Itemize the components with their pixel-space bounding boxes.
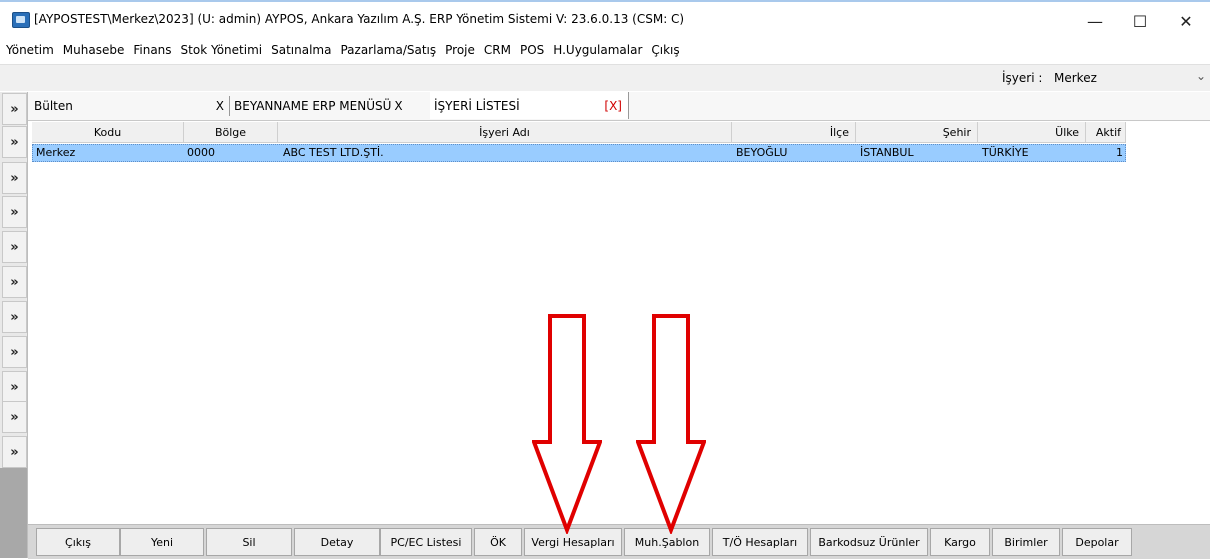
- chevron-down-icon: ⌄: [1195, 69, 1206, 83]
- column-header[interactable]: İşyeri Adı: [278, 122, 732, 142]
- toolbar: İşyeri : Merkez ⌄: [0, 64, 1210, 91]
- tab-label: İŞYERİ LİSTESİ: [434, 98, 520, 113]
- red-arrow-down-icon: [636, 314, 706, 534]
- tab-label: Bülten: [34, 98, 73, 113]
- column-header[interactable]: Aktif: [1086, 122, 1126, 142]
- depolar-button[interactable]: Depolar: [1062, 528, 1132, 556]
- expand-panel-button[interactable]: »: [2, 231, 27, 263]
- menu-finans[interactable]: Finans: [133, 43, 171, 57]
- menu-yonetim[interactable]: Yönetim: [6, 43, 54, 57]
- tab-label: BEYANNAME ERP MENÜSÜ: [234, 98, 392, 113]
- menu-bar: Yönetim Muhasebe Finans Stok Yönetimi Sa…: [0, 38, 1210, 62]
- window-title: [AYPOSTEST\Merkez\2023] (U: admin) AYPOS…: [34, 12, 685, 26]
- expand-panel-button[interactable]: »: [2, 301, 27, 333]
- expand-panel-button[interactable]: »: [2, 196, 27, 228]
- cell-bolge: 0000: [187, 146, 215, 159]
- menu-pos[interactable]: POS: [520, 43, 544, 57]
- menu-h-uygulamalar[interactable]: H.Uygulamalar: [553, 43, 642, 57]
- menu-cikis[interactable]: Çıkış: [651, 43, 679, 57]
- sidebar-empty-area: [0, 468, 27, 558]
- menu-pazarlama-satis[interactable]: Pazarlama/Satış: [340, 43, 436, 57]
- tab-beyanname-erp-menusu[interactable]: BEYANNAME ERP MENÜSÜ X: [234, 92, 430, 119]
- column-header[interactable]: Ülke: [978, 122, 1086, 142]
- tab-close-button[interactable]: X: [394, 99, 402, 113]
- expand-panel-button[interactable]: »: [2, 162, 27, 194]
- tab-bulten[interactable]: Bülten X: [34, 92, 230, 119]
- to-hesaplari-button[interactable]: T/Ö Hesapları: [712, 528, 808, 556]
- app-icon: [12, 12, 30, 28]
- cikis-button[interactable]: Çıkış: [36, 528, 120, 556]
- expand-panel-button[interactable]: »: [2, 401, 27, 433]
- table-row[interactable]: Merkez 0000 ABC TEST LTD.ŞTİ. BEYOĞLU İS…: [32, 144, 1126, 162]
- tab-isyeri-listesi[interactable]: İŞYERİ LİSTESİ [X]: [430, 92, 629, 119]
- tab-close-button[interactable]: X: [216, 99, 224, 113]
- cell-aktif: 1: [1116, 146, 1123, 159]
- column-header[interactable]: Bölge: [184, 122, 278, 142]
- expand-panel-button[interactable]: »: [2, 126, 27, 158]
- expand-panel-button[interactable]: »: [2, 93, 27, 125]
- detay-button[interactable]: Detay: [294, 528, 380, 556]
- birimler-button[interactable]: Birimler: [992, 528, 1060, 556]
- cell-ilce: BEYOĞLU: [736, 146, 788, 159]
- sil-button[interactable]: Sil: [206, 528, 292, 556]
- bottom-button-bar: Çıkış Yeni Sil Detay PC/EC Listesi ÖK Ve…: [28, 524, 1210, 559]
- menu-muhasebe[interactable]: Muhasebe: [63, 43, 125, 57]
- isyeri-select[interactable]: Merkez ⌄: [1050, 67, 1210, 87]
- kargo-button[interactable]: Kargo: [930, 528, 990, 556]
- left-sidebar: » » » » » » » » » » »: [0, 92, 28, 558]
- cell-isyeri-adi: ABC TEST LTD.ŞTİ.: [283, 146, 384, 159]
- tab-separator: [229, 96, 230, 116]
- menu-crm[interactable]: CRM: [484, 43, 511, 57]
- tab-close-button[interactable]: [X]: [604, 99, 622, 113]
- cell-kodu: Merkez: [36, 146, 76, 159]
- table-header: Kodu Bölge İşyeri Adı İlçe Şehir Ülke Ak…: [32, 122, 1126, 143]
- minimize-button[interactable]: —: [1073, 7, 1117, 35]
- expand-panel-button[interactable]: »: [2, 371, 27, 403]
- ok-button[interactable]: ÖK: [474, 528, 522, 556]
- isyeri-table: Kodu Bölge İşyeri Adı İlçe Şehir Ülke Ak…: [32, 122, 1210, 522]
- column-header[interactable]: Kodu: [32, 122, 184, 142]
- isyeri-label: İşyeri :: [1002, 71, 1043, 85]
- title-bar: [AYPOSTEST\Merkez\2023] (U: admin) AYPOS…: [0, 2, 1210, 38]
- pc-ec-listesi-button[interactable]: PC/EC Listesi: [380, 528, 472, 556]
- red-arrow-down-icon: [532, 314, 602, 534]
- tab-bar: Bülten X BEYANNAME ERP MENÜSÜ X İŞYERİ L…: [28, 92, 1210, 121]
- maximize-button[interactable]: ☐: [1118, 7, 1162, 35]
- isyeri-select-value: Merkez: [1054, 71, 1097, 85]
- menu-stok-yonetimi[interactable]: Stok Yönetimi: [181, 43, 263, 57]
- expand-panel-button[interactable]: »: [2, 336, 27, 368]
- cell-sehir: İSTANBUL: [860, 146, 914, 159]
- column-header[interactable]: İlçe: [732, 122, 856, 142]
- cell-ulke: TÜRKİYE: [982, 146, 1029, 159]
- menu-proje[interactable]: Proje: [445, 43, 475, 57]
- expand-panel-button[interactable]: »: [2, 436, 27, 468]
- menu-satinalma[interactable]: Satınalma: [271, 43, 331, 57]
- expand-panel-button[interactable]: »: [2, 266, 27, 298]
- column-header[interactable]: Şehir: [856, 122, 978, 142]
- close-button[interactable]: ✕: [1164, 7, 1208, 35]
- yeni-button[interactable]: Yeni: [120, 528, 204, 556]
- barkodsuz-urunler-button[interactable]: Barkodsuz Ürünler: [810, 528, 928, 556]
